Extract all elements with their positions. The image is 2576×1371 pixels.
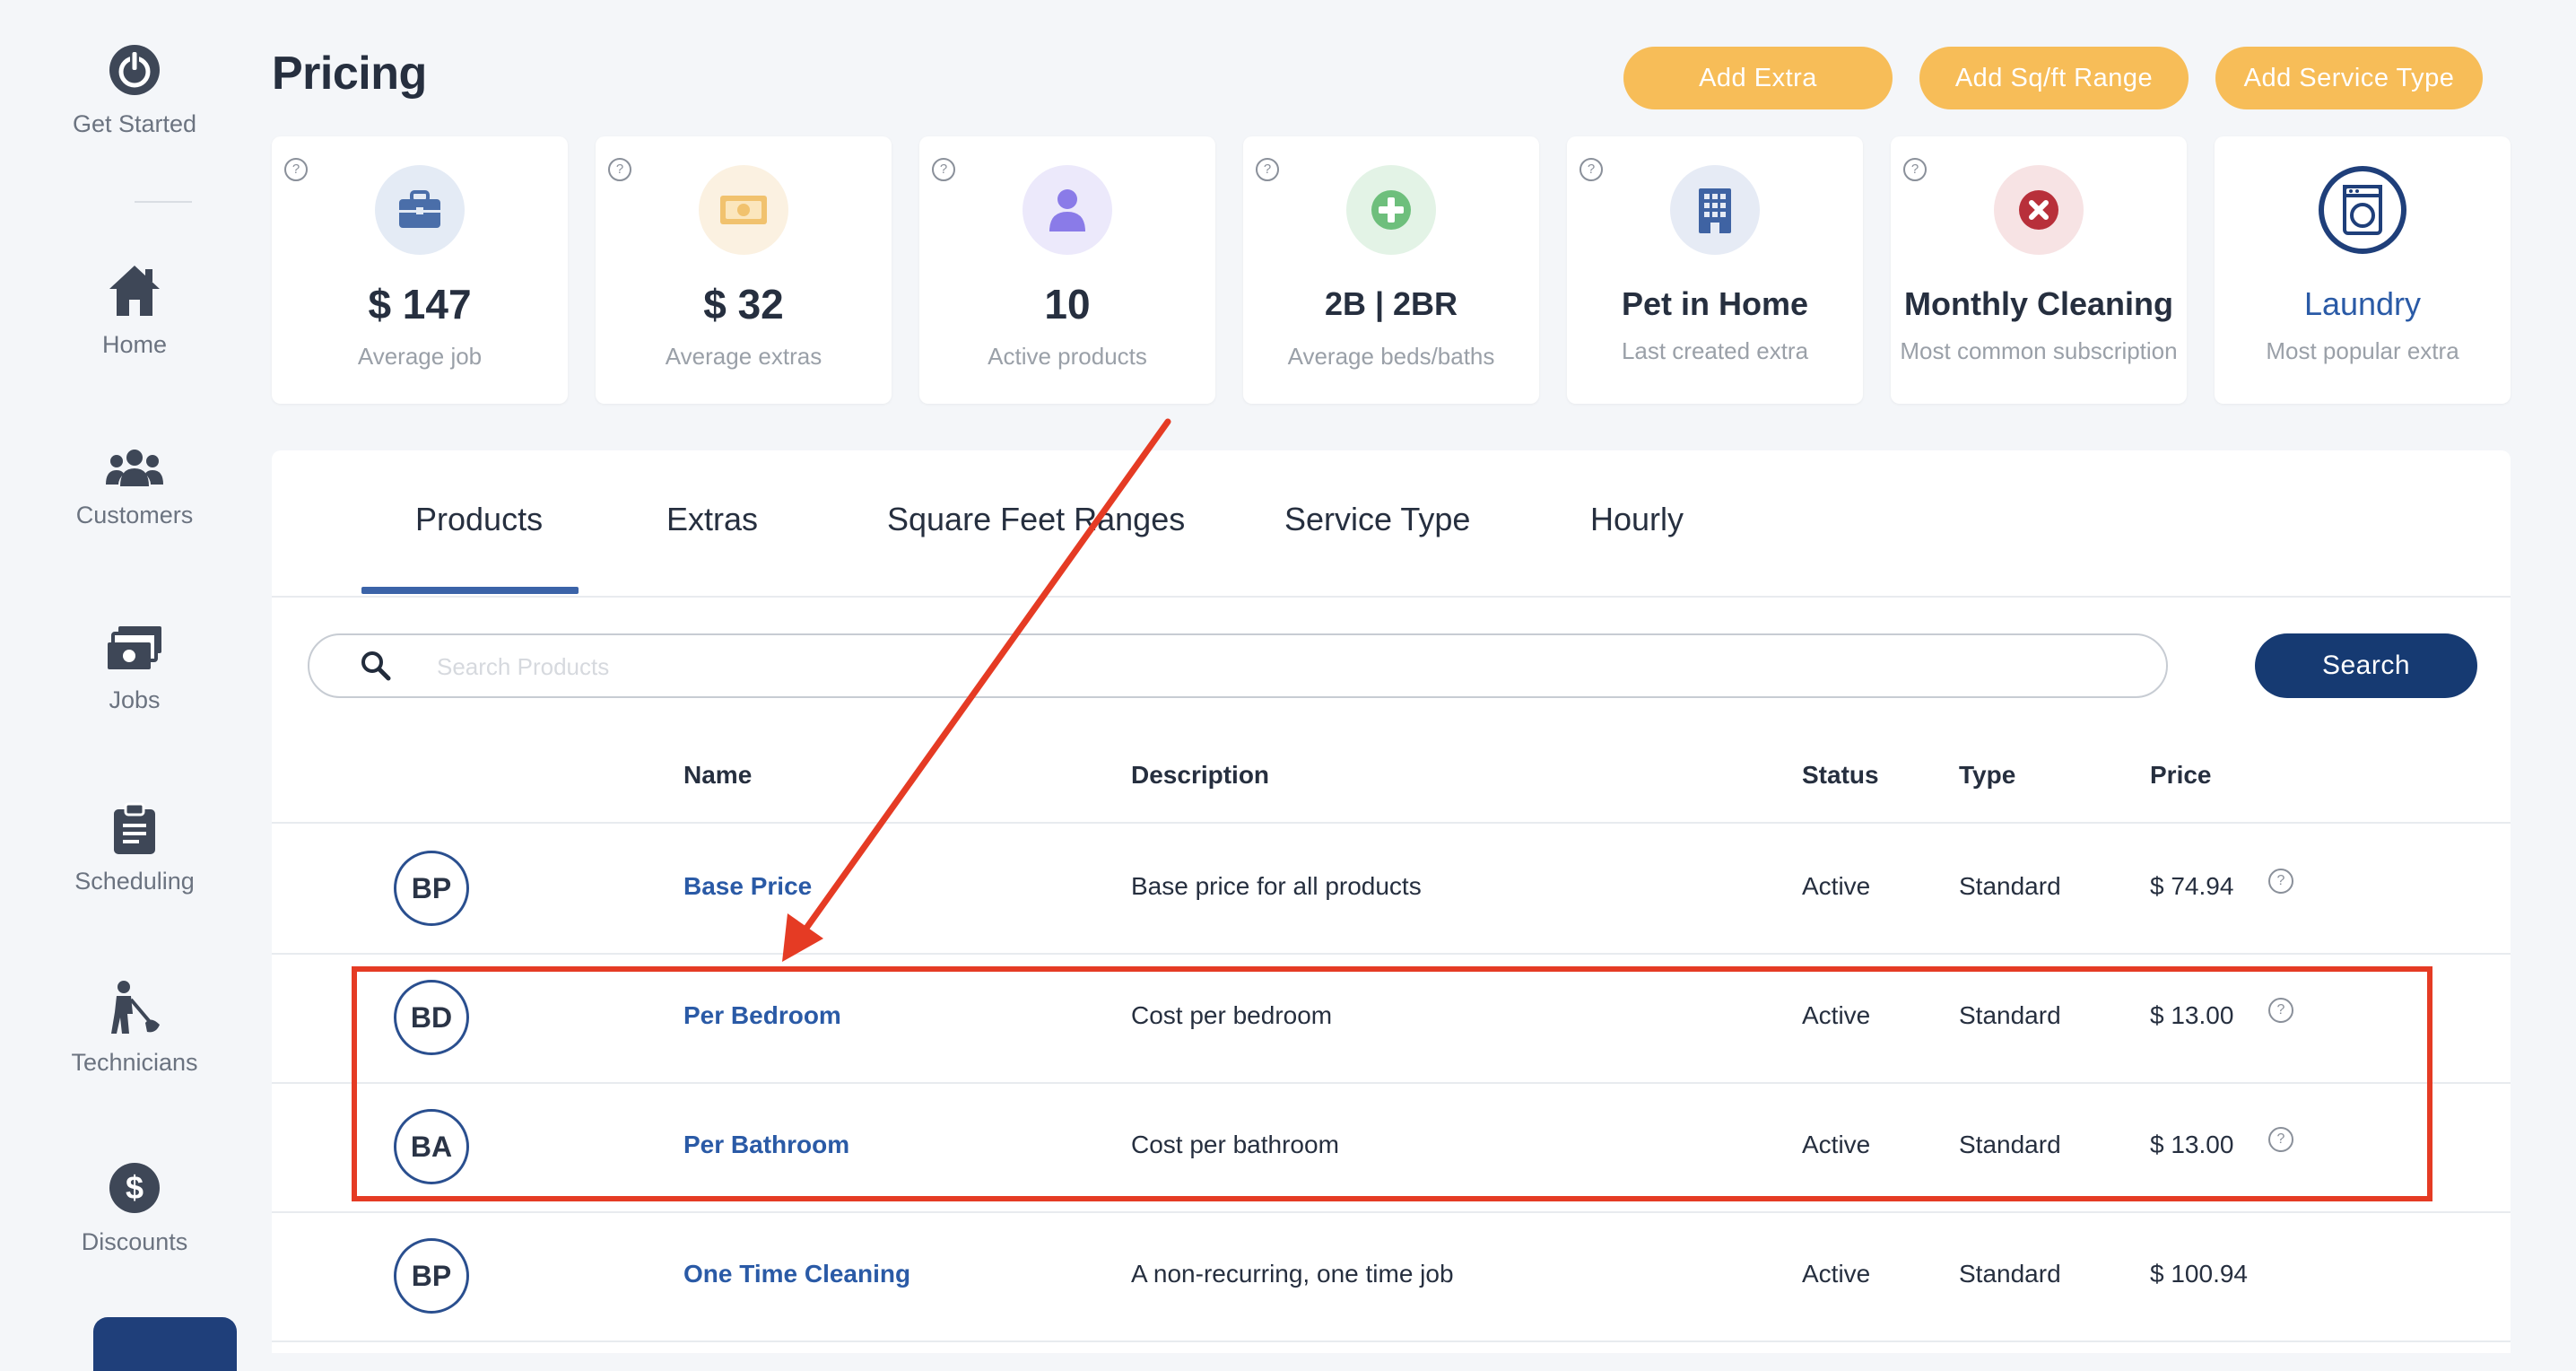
product-avatar: BP [394, 1238, 469, 1314]
stat-caption: Average beds/baths [1287, 343, 1495, 370]
search-input[interactable] [435, 644, 2125, 689]
product-type: Standard [1959, 872, 2061, 900]
sidebar-item-label: Scheduling [74, 868, 195, 895]
sidebar-item-label: Get Started [72, 110, 197, 137]
stat-card-active-products: ? 10 Active products [919, 136, 1215, 404]
help-icon[interactable]: ? [932, 158, 955, 181]
washing-machine-icon [2318, 165, 2407, 255]
sidebar-item-label: Customers [75, 502, 194, 528]
product-status: Active [1802, 1260, 1871, 1288]
sidebar-item-pricing-active[interactable] [93, 1317, 237, 1371]
column-header-type: Type [1959, 761, 2016, 789]
sidebar-item-customers[interactable]: Customers [0, 447, 269, 529]
briefcase-icon [375, 165, 465, 255]
sidebar-item-label: Technicians [71, 1049, 198, 1076]
stat-caption: Active products [988, 343, 1147, 370]
sidebar-item-label: Discounts [81, 1228, 188, 1255]
banknote-icon [699, 165, 788, 255]
add-sqft-range-button[interactable]: Add Sq/ft Range [1919, 47, 2189, 109]
product-description: A non-recurring, one time job [1131, 1260, 1454, 1288]
product-description: Base price for all products [1131, 872, 1422, 900]
stat-caption: Most popular extra [2266, 337, 2459, 364]
help-icon[interactable]: ? [284, 158, 308, 181]
sidebar-divider [135, 201, 192, 203]
users-icon [0, 447, 269, 494]
tab-hourly[interactable]: Hourly [1590, 501, 1684, 538]
product-price: $ 74.94 [2150, 872, 2234, 900]
column-header-description: Description [1131, 761, 1270, 789]
dollar-circle-icon: $ [0, 1159, 269, 1221]
stat-caption: Average extras [665, 343, 822, 370]
help-icon[interactable]: ? [1256, 158, 1279, 181]
product-name-link[interactable]: One Time Cleaning [683, 1260, 910, 1288]
sidebar-item-label: Home [101, 331, 168, 358]
stat-card-average-job: ? $ 147 Average job [272, 136, 568, 404]
sidebar-item-scheduling[interactable]: Scheduling [0, 802, 269, 895]
product-price: $ 100.94 [2150, 1260, 2248, 1288]
help-icon[interactable]: ? [608, 158, 631, 181]
product-avatar: BP [394, 851, 469, 926]
product-name-link[interactable]: Base Price [683, 872, 812, 901]
products-panel: Products Extras Square Feet Ranges Servi… [272, 450, 2511, 1353]
sidebar-item-technicians[interactable]: Technicians [0, 980, 269, 1077]
sidebar-item-discounts[interactable]: $ Discounts [0, 1159, 269, 1256]
stat-caption: Last created extra [1621, 337, 1809, 364]
sidebar-item-get-started[interactable]: Get Started [0, 41, 269, 138]
search-icon [360, 650, 392, 686]
sidebar-item-home[interactable]: Home [0, 262, 269, 359]
power-icon [0, 41, 269, 103]
product-status: Active [1802, 872, 1871, 900]
help-icon[interactable]: ? [1580, 158, 1603, 181]
stat-value: Pet in Home [1621, 285, 1809, 322]
table-row[interactable]: BP Base Price Base price for all product… [272, 824, 2511, 955]
tab-bar: Products Extras Square Feet Ranges Servi… [272, 450, 2511, 598]
help-icon[interactable]: ? [2268, 869, 2293, 894]
table-row[interactable]: BP One Time Cleaning A non-recurring, on… [272, 1211, 2511, 1342]
tab-square-feet-ranges[interactable]: Square Feet Ranges [887, 501, 1185, 538]
search-button[interactable]: Search [2255, 633, 2477, 698]
svg-text:$: $ [126, 1169, 144, 1206]
sidebar-item-label: Jobs [109, 686, 161, 713]
sidebar-item-jobs[interactable]: Jobs [0, 624, 269, 714]
annotation-highlight-box [352, 966, 2432, 1201]
clipboard-icon [0, 802, 269, 860]
person-icon [1023, 165, 1112, 255]
stat-value: 2B | 2BR [1324, 285, 1458, 322]
product-type: Standard [1959, 1260, 2061, 1288]
column-header-name: Name [683, 761, 753, 789]
stat-caption: Average job [357, 343, 483, 370]
cleaner-icon [0, 980, 269, 1042]
money-stack-icon [0, 624, 269, 679]
stat-card-average-extras: ? $ 32 Average extras [596, 136, 892, 404]
stat-value: Laundry [2303, 285, 2422, 322]
stat-card-most-popular-extra: Laundry Most popular extra [2215, 136, 2511, 404]
tab-service-type[interactable]: Service Type [1284, 501, 1470, 538]
sidebar: Get Started Home Customers Jobs Scheduli… [0, 0, 269, 1371]
stat-card-average-beds-baths: ? 2B | 2BR Average beds/baths [1243, 136, 1539, 404]
stat-value: $ 147 [368, 281, 472, 327]
help-icon[interactable]: ? [1903, 158, 1927, 181]
x-circle-icon [1994, 165, 2084, 255]
add-extra-button[interactable]: Add Extra [1623, 47, 1893, 109]
stat-value: Monthly Cleaning [1904, 285, 2173, 322]
stat-card-last-created-extra: ? Pet in Home Last created extra [1567, 136, 1863, 404]
active-tab-indicator [361, 587, 579, 594]
page-title: Pricing [272, 48, 427, 100]
add-service-type-button[interactable]: Add Service Type [2215, 47, 2483, 109]
stat-value: 10 [1044, 281, 1091, 327]
tab-extras[interactable]: Extras [666, 501, 758, 538]
column-header-price: Price [2150, 761, 2212, 789]
home-icon [0, 262, 269, 324]
tab-products[interactable]: Products [415, 501, 543, 538]
search-field[interactable] [308, 633, 2168, 698]
stat-value: $ 32 [703, 281, 784, 327]
stat-card-most-common-subscription: ? Monthly Cleaning Most common subscript… [1891, 136, 2187, 404]
building-icon [1670, 165, 1760, 255]
plus-circle-icon [1346, 165, 1436, 255]
stat-caption: Most common subscription [1900, 337, 2178, 364]
column-header-status: Status [1802, 761, 1879, 789]
